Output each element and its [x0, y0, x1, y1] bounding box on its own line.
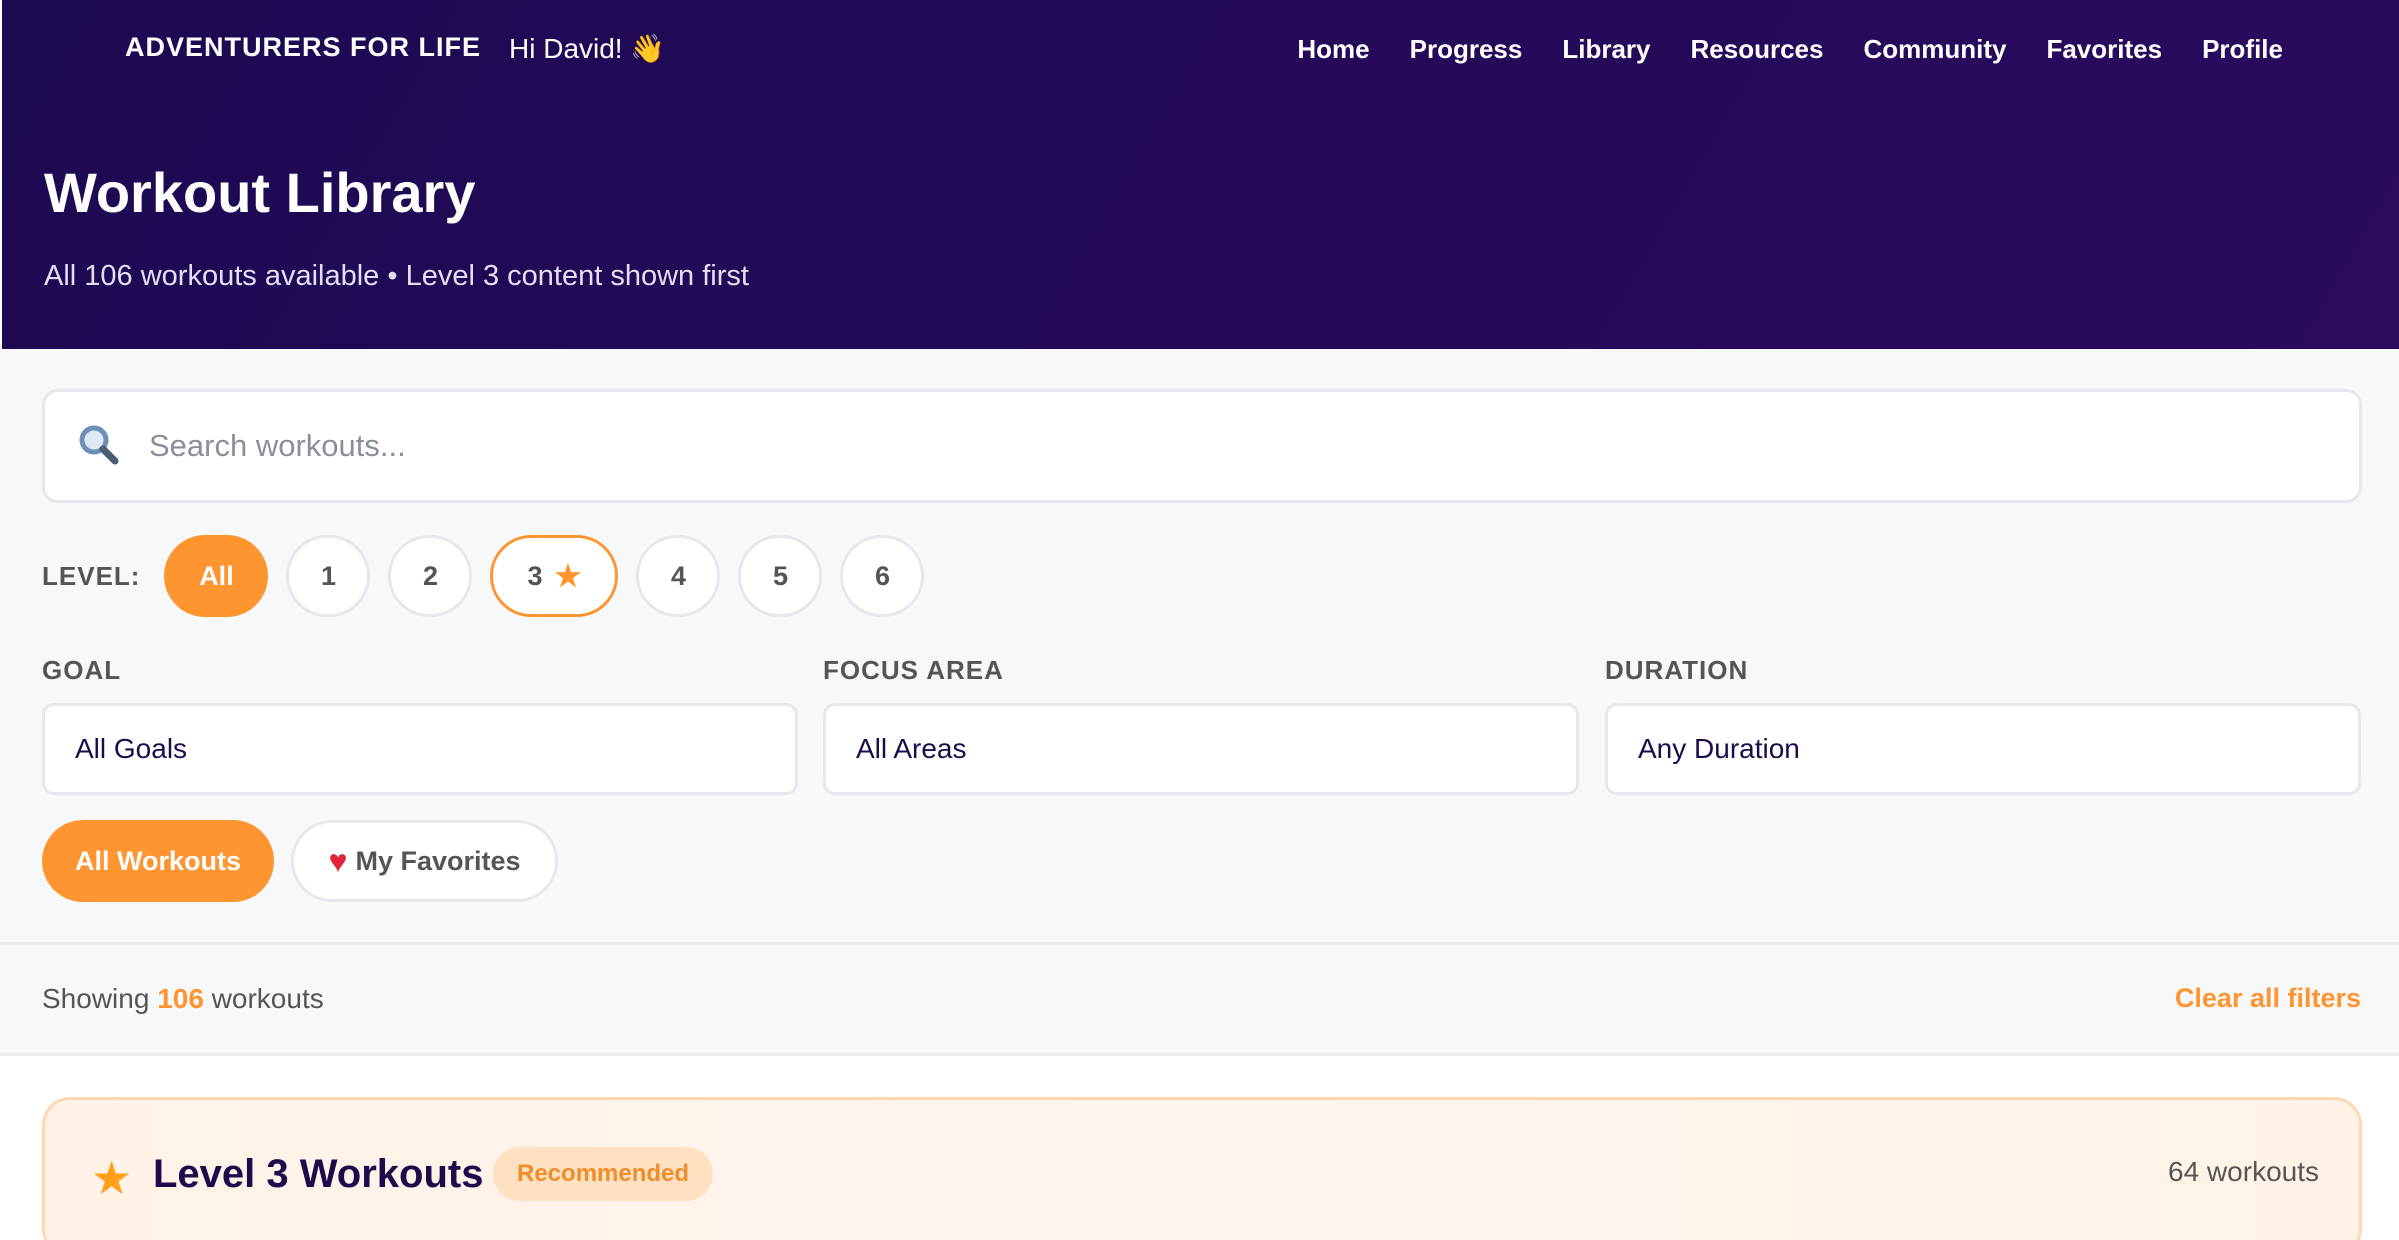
level-5-button[interactable]: 5 — [738, 535, 823, 617]
results-number: 106 — [157, 983, 204, 1014]
level-6-button[interactable]: 6 — [840, 535, 925, 617]
goal-select[interactable]: All Goals — [42, 703, 798, 795]
results-count: Showing 106 workouts — [42, 983, 324, 1015]
my-favorites-button[interactable]: ♥ My Favorites — [291, 820, 558, 902]
nav-community[interactable]: Community — [1863, 34, 2006, 65]
star-icon: ★ — [554, 559, 582, 593]
clear-filters-link[interactable]: Clear all filters — [2175, 983, 2361, 1014]
nav-favorites[interactable]: Favorites — [2046, 34, 2162, 65]
level-1-button[interactable]: 1 — [286, 535, 371, 617]
nav-progress[interactable]: Progress — [1410, 34, 1523, 65]
level-2-button[interactable]: 2 — [388, 535, 473, 617]
heart-icon: ♥ — [328, 842, 348, 879]
main-nav: Home Progress Library Resources Communit… — [1297, 34, 2283, 65]
search-bar[interactable] — [42, 389, 2362, 503]
focus-area-select[interactable]: All Areas — [823, 703, 1579, 795]
section-title: Level 3 Workouts — [153, 1152, 484, 1196]
duration-label: DURATION — [1605, 655, 1749, 685]
level-label: LEVEL: — [42, 560, 141, 591]
nav-library[interactable]: Library — [1562, 34, 1650, 65]
level-4-button[interactable]: 4 — [636, 535, 721, 617]
nav-resources[interactable]: Resources — [1691, 34, 1824, 65]
level-3-label: 3 — [527, 560, 543, 591]
level-3-button[interactable]: 3 ★ — [490, 535, 619, 617]
star-icon: ★ — [91, 1152, 133, 1204]
nav-profile[interactable]: Profile — [2202, 34, 2283, 65]
results-suffix: workouts — [211, 983, 324, 1014]
level-filter: LEVEL: All 1 2 3 ★ 4 5 6 — [42, 535, 942, 617]
duration-select[interactable]: Any Duration — [1605, 703, 2361, 795]
focus-area-label: FOCUS AREA — [823, 655, 1004, 685]
level-all-button[interactable]: All — [164, 535, 269, 617]
level-section-header: ★ Level 3 Workouts Recommended 64 workou… — [42, 1097, 2362, 1240]
section-count: 64 workouts — [2168, 1156, 2319, 1187]
search-input[interactable] — [149, 428, 2149, 464]
my-favorites-label: My Favorites — [355, 845, 521, 876]
page-title: Workout Library — [44, 161, 476, 224]
recommended-badge: Recommended — [493, 1147, 714, 1201]
brand-logo[interactable]: ADVENTURERS FOR LIFE — [125, 32, 481, 63]
results-prefix: Showing — [42, 983, 150, 1014]
page-header: ADVENTURERS FOR LIFE Hi David! 👋 Home Pr… — [0, 0, 2399, 349]
nav-home[interactable]: Home — [1297, 34, 1369, 65]
user-greeting: Hi David! 👋 — [509, 33, 666, 64]
all-workouts-button[interactable]: All Workouts — [42, 820, 274, 902]
results-bar — [0, 945, 2399, 1055]
search-icon — [77, 423, 119, 470]
page-subtitle: All 106 workouts available • Level 3 con… — [44, 260, 749, 292]
goal-label: GOAL — [42, 655, 122, 685]
